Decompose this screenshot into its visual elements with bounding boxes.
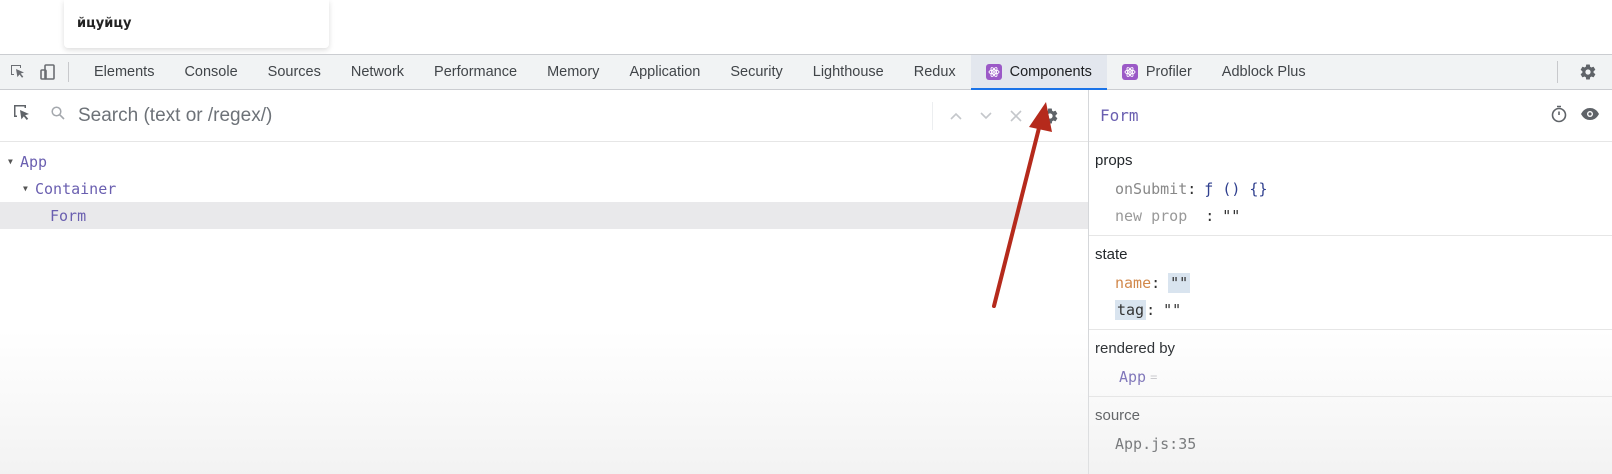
devtools-tab-bar: Elements Console Sources Network Performance…: [0, 54, 1612, 90]
tab-label: Components: [1009, 64, 1092, 80]
react-icon: [1121, 64, 1138, 80]
components-settings-gear-icon[interactable]: [1035, 102, 1065, 130]
state-section: state name: "" tag: "": [1089, 236, 1612, 330]
prop-row[interactable]: onSubmit: ƒ () {}: [1095, 175, 1612, 202]
tab-profiler[interactable]: Profiler: [1107, 55, 1207, 89]
tree-node-app[interactable]: ▼ App: [0, 148, 1088, 175]
selected-component-title: Form: [1100, 106, 1139, 125]
tab-adblock-plus[interactable]: Adblock Plus: [1207, 55, 1321, 89]
select-component-icon[interactable]: [12, 103, 32, 128]
state-row[interactable]: name: "": [1095, 269, 1612, 296]
new-prop-value[interactable]: "": [1222, 207, 1240, 225]
tab-label: Security: [730, 64, 783, 80]
chevron-up-icon[interactable]: [941, 102, 971, 130]
clear-search-icon[interactable]: [1001, 102, 1031, 130]
inspect-dom-eye-icon[interactable]: [1580, 105, 1600, 128]
devtools-tabs: Elements Console Sources Network Performance…: [79, 55, 1321, 90]
tree-node-label: Form: [50, 206, 87, 225]
tab-label: Adblock Plus: [1221, 64, 1306, 80]
chevron-down-icon[interactable]: [971, 102, 1001, 130]
component-tree: ▼ App ▼ Container Form: [0, 148, 1088, 229]
tab-label: Lighthouse: [812, 64, 884, 80]
props-section: props onSubmit: ƒ () {} new prop: "": [1089, 142, 1612, 236]
tab-label: Sources: [267, 64, 321, 80]
tab-label: Console: [184, 64, 238, 80]
component-inspector-pane: Form props onSubmit: ƒ () {} new prop: "…: [1088, 90, 1612, 474]
tab-label: Application: [629, 64, 701, 80]
device-toolbar-icon[interactable]: [36, 60, 60, 84]
source-title: source: [1095, 407, 1141, 424]
rendered-by-component[interactable]: App: [1119, 368, 1146, 386]
tab-label: Profiler: [1145, 64, 1192, 80]
tab-console[interactable]: Console: [169, 55, 252, 89]
state-key: tag: [1115, 299, 1147, 320]
tab-label: Redux: [913, 64, 956, 80]
source-location[interactable]: App.js:35: [1095, 430, 1612, 457]
tab-security[interactable]: Security: [715, 55, 797, 89]
toolbar-divider: [68, 62, 69, 82]
tab-label: Elements: [94, 64, 155, 80]
tab-redux[interactable]: Redux: [899, 55, 971, 89]
component-search-bar: [0, 90, 1088, 142]
props-title: props: [1095, 152, 1133, 169]
search-controls: [932, 102, 1065, 130]
caret-down-icon[interactable]: ▼: [8, 157, 14, 166]
inspected-page: йцуйцу: [0, 0, 1612, 54]
state-value[interactable]: "": [1163, 301, 1181, 319]
stopwatch-icon[interactable]: [1550, 105, 1568, 128]
prop-value: ƒ () {}: [1204, 179, 1268, 198]
caret-down-icon[interactable]: ▼: [23, 184, 29, 193]
tab-application[interactable]: Application: [614, 55, 715, 89]
toolbar-divider: [1557, 61, 1558, 83]
tab-network[interactable]: Network: [336, 55, 419, 89]
page-card: йцуйцу: [64, 0, 329, 48]
tab-label: Network: [350, 64, 405, 80]
tree-node-label: App: [20, 152, 48, 171]
tab-lighthouse[interactable]: Lighthouse: [798, 55, 899, 89]
tab-memory[interactable]: Memory: [532, 55, 614, 89]
tab-label: Memory: [547, 64, 600, 80]
component-search-input[interactable]: [78, 104, 878, 127]
settings-gear-icon[interactable]: [1576, 60, 1600, 84]
tree-node-form[interactable]: Form: [0, 202, 1088, 229]
new-prop-key[interactable]: new prop: [1115, 207, 1187, 225]
rendered-by-link[interactable]: App =: [1095, 363, 1612, 390]
inspect-element-icon[interactable]: [6, 60, 30, 84]
inspector-header: Form: [1089, 90, 1612, 142]
tab-label: Performance: [434, 64, 518, 80]
state-row[interactable]: tag: "": [1095, 296, 1612, 323]
tab-performance[interactable]: Performance: [419, 55, 532, 89]
rendered-by-section: rendered by App =: [1089, 330, 1612, 397]
new-prop-row[interactable]: new prop: "": [1095, 202, 1612, 229]
state-key: name: [1115, 273, 1152, 292]
react-icon: [985, 64, 1002, 80]
source-section: source App.js:35: [1089, 397, 1612, 463]
tab-components[interactable]: Components: [970, 55, 1108, 90]
state-title: state: [1095, 246, 1128, 263]
page-card-text: йцуйцу: [77, 16, 132, 31]
tab-sources[interactable]: Sources: [253, 55, 336, 89]
state-value[interactable]: "": [1168, 272, 1191, 293]
search-icon: [50, 105, 66, 126]
tree-node-label: Container: [35, 179, 117, 198]
prop-key: onSubmit: [1115, 179, 1188, 198]
tree-node-container[interactable]: ▼ Container: [0, 175, 1088, 202]
components-tree-pane: ▼ App ▼ Container Form: [0, 90, 1088, 474]
rendered-by-title: rendered by: [1095, 340, 1176, 357]
tab-elements[interactable]: Elements: [79, 55, 169, 89]
equals-icon: =: [1150, 369, 1158, 384]
